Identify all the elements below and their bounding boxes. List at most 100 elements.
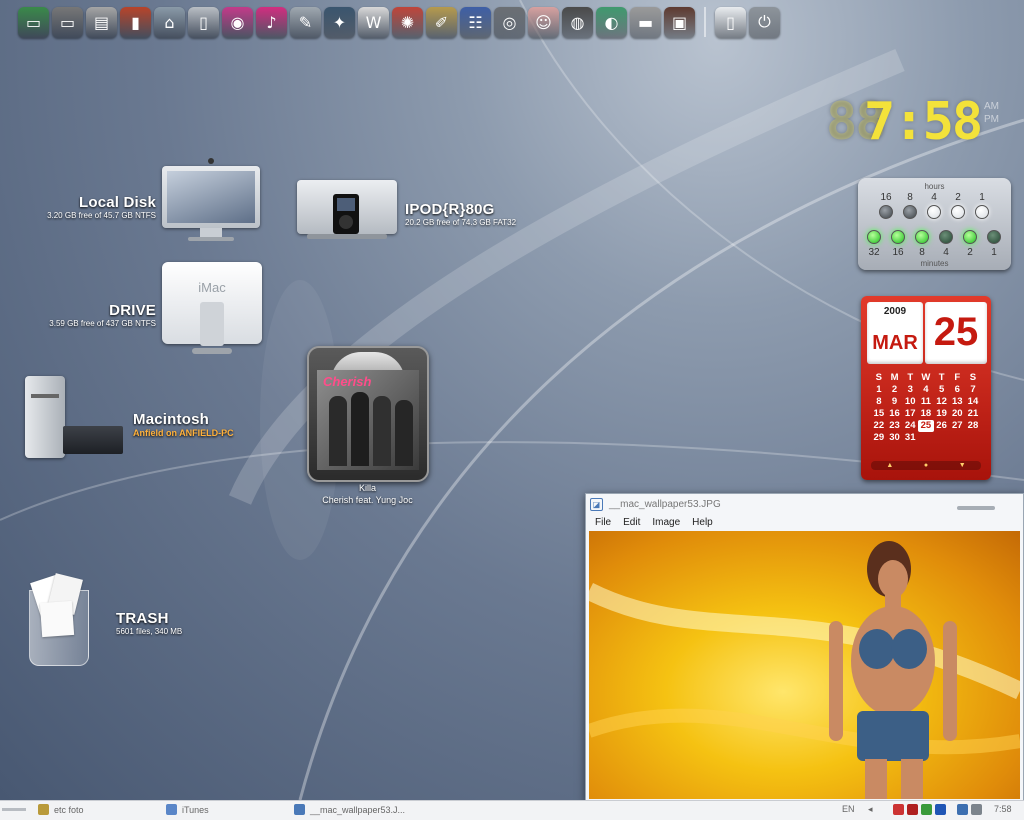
calendar-date[interactable]: 21: [965, 408, 981, 420]
ipod-dock-icon[interactable]: [297, 180, 397, 242]
fox-icon[interactable]: ✺: [392, 6, 423, 38]
taskbar-item-itunes[interactable]: iTunes: [166, 804, 209, 815]
power-icon[interactable]: ⏻: [749, 6, 780, 38]
antivirus-tray-icon[interactable]: [893, 804, 904, 815]
users-icon[interactable]: ☷: [460, 6, 491, 38]
music-icon[interactable]: ♪: [256, 6, 287, 38]
notes-icon[interactable]: ✐: [426, 6, 457, 38]
dvd-icon[interactable]: ◐: [596, 6, 627, 38]
local-disk-label[interactable]: Local Disk 3.20 GB free of 45.7 GB NTFS: [20, 194, 156, 220]
calendar-date[interactable]: 29: [871, 432, 887, 444]
t-tray-icon[interactable]: [935, 804, 946, 815]
calendar-weekday: W: [921, 372, 931, 383]
calendar-date[interactable]: 23: [887, 420, 903, 432]
album-art: Cherish: [317, 370, 419, 470]
network-icon[interactable]: ⌂: [154, 6, 185, 38]
binary-minutes-column: 1: [982, 230, 1006, 258]
safe-icon[interactable]: ▣: [664, 6, 695, 38]
calendar-date[interactable]: 15: [871, 408, 887, 420]
calendar-date[interactable]: 1: [871, 384, 887, 396]
calendar-date[interactable]: 2: [887, 384, 903, 396]
menu-image[interactable]: Image: [652, 517, 680, 528]
calendar-prev-button[interactable]: ▲: [886, 462, 893, 469]
calendar-date[interactable]: 20: [949, 408, 965, 420]
laptop-icon[interactable]: ▭: [52, 6, 83, 38]
k-tray-icon[interactable]: [907, 804, 918, 815]
taskbar-item-viewer[interactable]: __mac_wallpaper53.J...: [294, 804, 405, 815]
calendar-widget[interactable]: 2009 MAR 25 S M T W T F S 1 2 3 4 5 6 7 8 9 10 11 12 13 14 15…: [861, 296, 991, 480]
printer-icon[interactable]: ▤: [86, 6, 117, 38]
menu-file[interactable]: File: [595, 517, 611, 528]
calendar-date[interactable]: 16: [887, 408, 903, 420]
wikipedia-icon[interactable]: W: [358, 6, 389, 38]
taskbar-item-etc-foto[interactable]: etc foto: [38, 804, 84, 815]
taskbar-time: 7:58: [994, 804, 1012, 814]
now-playing-album[interactable]: Cherish: [307, 346, 429, 482]
binary-clock-widget[interactable]: hours 16 8 4 2 1 32 16 8 4 2 1 minutes: [858, 178, 1011, 270]
calendar-date[interactable]: 22: [871, 420, 887, 432]
calendar-date[interactable]: 10: [902, 396, 918, 408]
books-icon[interactable]: ▮: [120, 6, 151, 38]
binary-minutes-column: 8: [910, 230, 934, 258]
taskbar-grip[interactable]: [2, 808, 26, 811]
trash-icon[interactable]: [25, 572, 91, 666]
calendar-date[interactable]: 18: [918, 408, 934, 420]
drive-label[interactable]: DRIVE 3.59 GB free of 437 GB NTFS: [20, 302, 156, 328]
imac-icon[interactable]: iMac: [162, 262, 262, 360]
menu-help[interactable]: Help: [692, 517, 713, 528]
volume-tray-icon[interactable]: [971, 804, 982, 815]
calendar-date[interactable]: 13: [949, 396, 965, 408]
calendar-date[interactable]: 31: [902, 432, 918, 444]
pencil-tray-icon[interactable]: [921, 804, 932, 815]
calendar-date[interactable]: 14: [965, 396, 981, 408]
girl-icon[interactable]: ☺: [528, 6, 559, 38]
calendar-date[interactable]: 27: [949, 420, 965, 432]
calendar-date[interactable]: 6: [949, 384, 965, 396]
camera-icon[interactable]: ◎: [494, 6, 525, 38]
compass-icon[interactable]: ✦: [324, 6, 355, 38]
computer-icon[interactable]: ▭: [18, 6, 49, 38]
mac-pro-tower-icon[interactable]: [25, 376, 125, 460]
calendar-weekday: S: [875, 372, 883, 383]
system-tray: [893, 804, 982, 815]
tools-icon[interactable]: ✎: [290, 6, 321, 38]
trash-info: 5601 files, 340 MB: [116, 627, 183, 636]
image-viewer-window[interactable]: ◪ __mac_wallpaper53.JPG File Edit Image Hel…: [585, 493, 1024, 802]
calendar-date[interactable]: 28: [965, 420, 981, 432]
calendar-next-button[interactable]: ▼: [959, 462, 966, 469]
network-tray-icon[interactable]: [957, 804, 968, 815]
calendar-date[interactable]: 5: [934, 384, 950, 396]
calendar-date[interactable]: 19: [934, 408, 950, 420]
calendar-date[interactable]: 9: [887, 396, 903, 408]
calendar-date[interactable]: 30: [887, 432, 903, 444]
binary-led: [927, 205, 941, 219]
calendar-today-button[interactable]: ●: [924, 462, 928, 469]
speaker-icon[interactable]: ◍: [562, 6, 593, 38]
calendar-weekday: F: [954, 372, 961, 383]
calendar-today[interactable]: 25: [918, 420, 934, 432]
monitor-icon[interactable]: [160, 158, 262, 244]
ipod-icon[interactable]: ◉: [222, 6, 253, 38]
calendar-date[interactable]: 24: [902, 420, 918, 432]
menu-edit[interactable]: Edit: [623, 517, 640, 528]
calendar-date[interactable]: 12: [934, 396, 950, 408]
calendar-date[interactable]: 7: [965, 384, 981, 396]
mac-pro-icon[interactable]: ▯: [188, 6, 219, 38]
calendar-date[interactable]: 3: [902, 384, 918, 396]
calendar-date[interactable]: 4: [918, 384, 934, 396]
scanner-icon[interactable]: ▬: [630, 6, 661, 38]
trash-label[interactable]: TRASH 5601 files, 340 MB: [116, 610, 266, 636]
window-titlebar[interactable]: ◪ __mac_wallpaper53.JPG: [586, 494, 1023, 514]
tray-expand-icon[interactable]: ◂: [868, 804, 873, 815]
taskbar-clock[interactable]: 7:58: [994, 804, 1012, 814]
ipod-label[interactable]: IPOD{R}80G 20.2 GB free of 74.3 GB FAT32: [405, 201, 555, 227]
calendar-date[interactable]: 11: [918, 396, 934, 408]
wii-icon[interactable]: ▯: [715, 6, 746, 38]
digital-clock-widget[interactable]: 88 7:58 AM PM: [826, 94, 1006, 154]
language-indicator[interactable]: EN: [842, 804, 855, 814]
macintosh-label[interactable]: Macintosh Anfield on ANFIELD-PC: [133, 411, 293, 438]
calendar-date[interactable]: 8: [871, 396, 887, 408]
minimize-button[interactable]: [957, 506, 995, 510]
calendar-date[interactable]: 17: [902, 408, 918, 420]
calendar-date[interactable]: 26: [934, 420, 950, 432]
